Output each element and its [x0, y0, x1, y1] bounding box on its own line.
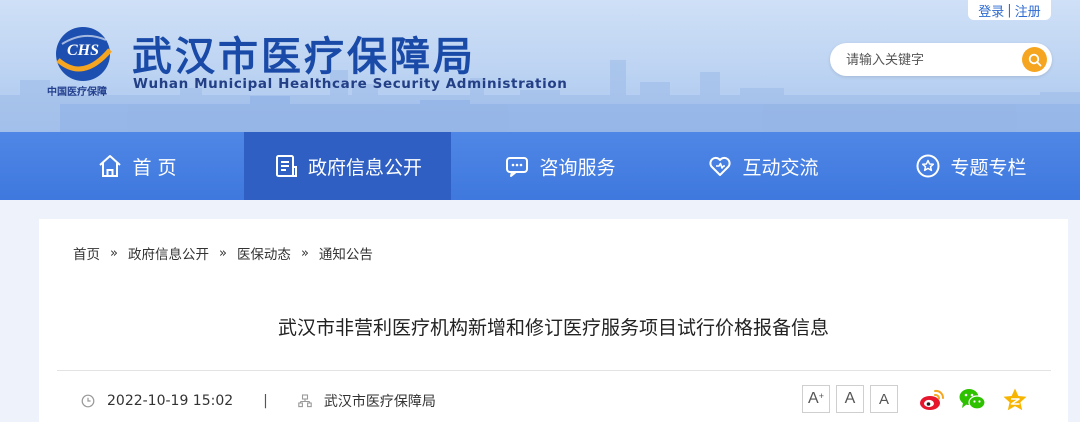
login-separator: | [1007, 2, 1012, 18]
site-header: CHS 中国医疗保障 武汉市医疗保障局 Wuhan Municipal Heal… [0, 0, 1080, 132]
share-wechat-button[interactable] [958, 385, 988, 415]
main-nav: 首 页 政府信息公开 咨询服务 互动交流 专题专栏 [0, 132, 1080, 200]
breadcrumb-notices[interactable]: 通知公告 [319, 243, 373, 263]
nav-item-label: 政府信息公开 [307, 156, 422, 179]
document-icon [273, 153, 299, 179]
clock-icon [81, 394, 95, 408]
organization-icon [298, 394, 312, 408]
breadcrumb-home[interactable]: 首页 [73, 243, 100, 263]
wechat-icon [959, 389, 986, 410]
article-meta: 2022-10-19 15:02 | 武汉市医疗保障局 [81, 390, 436, 412]
nav-item-interaction[interactable]: 互动交流 [688, 132, 838, 200]
site-title[interactable]: 武汉市医疗保障局 [132, 24, 476, 82]
share-weibo-button[interactable] [917, 385, 947, 415]
breadcrumb: 首页 » 政府信息公开 » 医保动态 » 通知公告 [73, 243, 373, 264]
share-qzone-button[interactable] [1000, 385, 1030, 415]
nav-item-label: 互动交流 [742, 156, 819, 179]
home-icon [97, 153, 123, 179]
breadcrumb-separator: » [300, 245, 309, 261]
search-icon [1028, 53, 1041, 66]
font-large-sup: + [818, 391, 824, 401]
font-size-decrease-button[interactable]: A [870, 385, 898, 413]
font-size-increase-button[interactable]: A + [802, 385, 830, 413]
breadcrumb-separator: » [218, 245, 227, 261]
site-subtitle: Wuhan Municipal Healthcare Security Admi… [133, 76, 568, 92]
publish-date: 2022-10-19 15:02 [107, 393, 234, 409]
article-panel: 首页 » 政府信息公开 » 医保动态 » 通知公告 武汉市非营利医疗机构新增和修… [39, 219, 1068, 422]
font-medium-label: A [844, 390, 856, 407]
nav-item-home[interactable]: 首 页 [62, 132, 212, 200]
nav-item-label: 首 页 [132, 156, 177, 179]
font-large-label: A [808, 390, 819, 407]
search-button[interactable] [1022, 47, 1047, 72]
breadcrumb-government-info[interactable]: 政府信息公开 [128, 243, 209, 263]
nav-item-government-info[interactable]: 政府信息公开 [244, 132, 451, 200]
nav-item-label: 专题专栏 [950, 156, 1027, 179]
qzone-icon [1003, 388, 1027, 411]
search-box [830, 43, 1052, 76]
chat-icon [504, 153, 530, 179]
meta-divider-line [57, 370, 1051, 371]
article-title: 武汉市非营利医疗机构新增和修订医疗服务项目试行价格报备信息 [277, 317, 829, 339]
breadcrumb-separator: » [110, 245, 118, 261]
font-small-label: A [878, 390, 889, 408]
search-input[interactable] [846, 50, 1016, 70]
logo-caption: 中国医疗保障 [47, 87, 107, 98]
login-register-bar: 登录 | 注册 [968, 0, 1051, 20]
star-icon [915, 153, 941, 179]
meta-separator: | [263, 393, 268, 409]
login-link[interactable]: 登录 [978, 1, 1004, 20]
register-link[interactable]: 注册 [1015, 1, 1041, 20]
article-source: 武汉市医疗保障局 [323, 394, 436, 410]
nav-item-special-topics[interactable]: 专题专栏 [896, 132, 1046, 200]
breadcrumb-news[interactable]: 医保动态 [237, 243, 291, 263]
heart-icon [707, 153, 733, 179]
logo-text: CHS [67, 42, 99, 59]
nav-item-consulting[interactable]: 咨询服务 [480, 132, 640, 200]
nav-item-label: 咨询服务 [539, 156, 616, 179]
font-size-default-button[interactable]: A [836, 385, 864, 413]
weibo-icon [920, 389, 945, 410]
